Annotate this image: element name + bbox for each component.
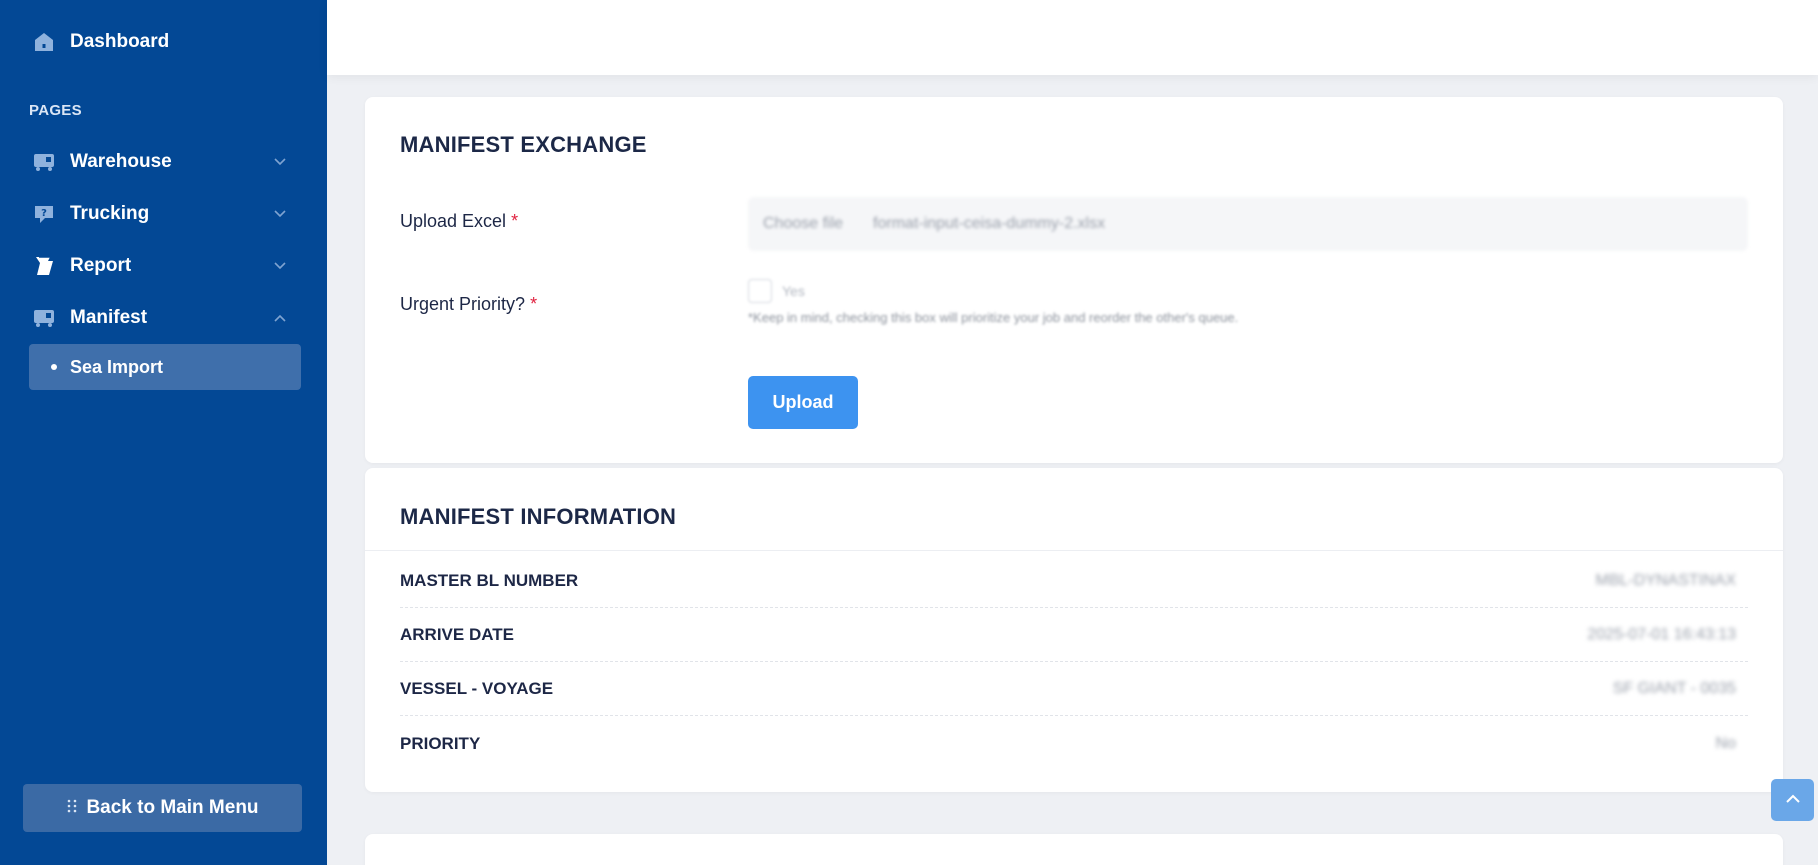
back-button-label: Back to Main Menu [86,797,259,818]
sidebar-subitem-label: Sea Import [70,356,164,377]
card-title: MANIFEST EXCHANGE [400,132,647,157]
checkbox-label: Yes [782,283,805,299]
home-icon [33,30,55,54]
manifest-exchange-card: MANIFEST EXCHANGE Upload Excel * Choose … [365,97,1783,463]
priority-hint: *Keep in mind, checking this box will pr… [748,310,1239,325]
urgent-priority-checkbox[interactable] [748,279,772,303]
card-title: MANIFEST INFORMATION [400,504,677,529]
info-label: MASTER BL NUMBER [400,571,579,590]
info-row-vessel-voyage: VESSEL - VOYAGE SF GIANT - 0035 [400,663,1748,716]
top-bar [327,0,1818,75]
chevron-down-icon [272,206,288,222]
info-value: SF GIANT - 0035 [1612,680,1736,697]
info-value: 2025-07-01 16:43:13 [1587,626,1736,643]
question-bubble-icon: ? [33,203,55,225]
sidebar-item-manifest[interactable]: Manifest [33,301,288,335]
sidebar-item-warehouse[interactable]: Warehouse [33,145,288,179]
upload-excel-label-text: Upload Excel [400,211,507,231]
sidebar-item-label: Manifest [70,307,148,328]
chevron-down-icon [272,154,288,170]
info-row-arrive-date: ARRIVE DATE 2025-07-01 16:43:13 [400,609,1748,662]
info-label: PRIORITY [400,733,481,753]
back-to-main-menu-button[interactable]: Back to Main Menu [23,784,302,832]
sidebar-section-title: PAGES [29,102,82,119]
info-row-priority: PRIORITY No [400,717,1748,770]
info-value: No [1715,734,1736,752]
chevron-up-icon [1785,791,1801,809]
info-value: MBL-DYNASTINAX [1595,572,1736,589]
scroll-to-top-button[interactable] [1771,779,1814,821]
sidebar-item-report[interactable]: Report [33,249,288,283]
truck-icon [33,151,55,173]
card-divider [365,550,1783,551]
scroll-icon [33,255,55,277]
urgent-priority-label-text: Urgent Priority? [400,294,526,314]
sidebar-item-dashboard[interactable]: Dashboard [33,30,169,54]
next-card [365,834,1783,865]
bullet-icon [51,364,57,370]
upload-excel-label: Upload Excel * [400,211,518,232]
sidebar-item-label: Trucking [70,203,150,224]
required-mark: * [530,294,538,314]
info-label: ARRIVE DATE [400,625,514,644]
sidebar-subitem-sea-import[interactable]: Sea Import [29,344,301,390]
sidebar-item-trucking[interactable]: ? Trucking [33,197,288,231]
file-name: format-input-ceisa-dummy-2.xlsx [873,215,1106,232]
info-label: VESSEL - VOYAGE [400,679,554,698]
choose-file-button[interactable]: Choose file [763,215,843,233]
info-row-master-bl: MASTER BL NUMBER MBL-DYNASTINAX [400,555,1748,608]
upload-button[interactable]: Upload [748,376,858,429]
sidebar-item-label: Warehouse [70,151,172,172]
sidebar: Dashboard PAGES Warehouse ? Trucking Rep… [0,0,327,865]
file-input[interactable]: Choose file format-input-ceisa-dummy-2.x… [748,197,1748,251]
chevron-up-icon [272,310,288,326]
sidebar-item-label: Report [70,255,132,276]
grid-dots-icon [66,797,78,819]
sidebar-item-label: Dashboard [70,31,170,52]
chevron-down-icon [272,258,288,274]
required-mark: * [511,211,519,231]
manifest-information-card: MANIFEST INFORMATION MASTER BL NUMBER MB… [365,468,1783,792]
svg-text:?: ? [41,208,47,219]
truck-icon [33,307,55,329]
urgent-priority-label: Urgent Priority? * [400,294,537,315]
urgent-priority-checkbox-row[interactable]: Yes [748,279,805,303]
